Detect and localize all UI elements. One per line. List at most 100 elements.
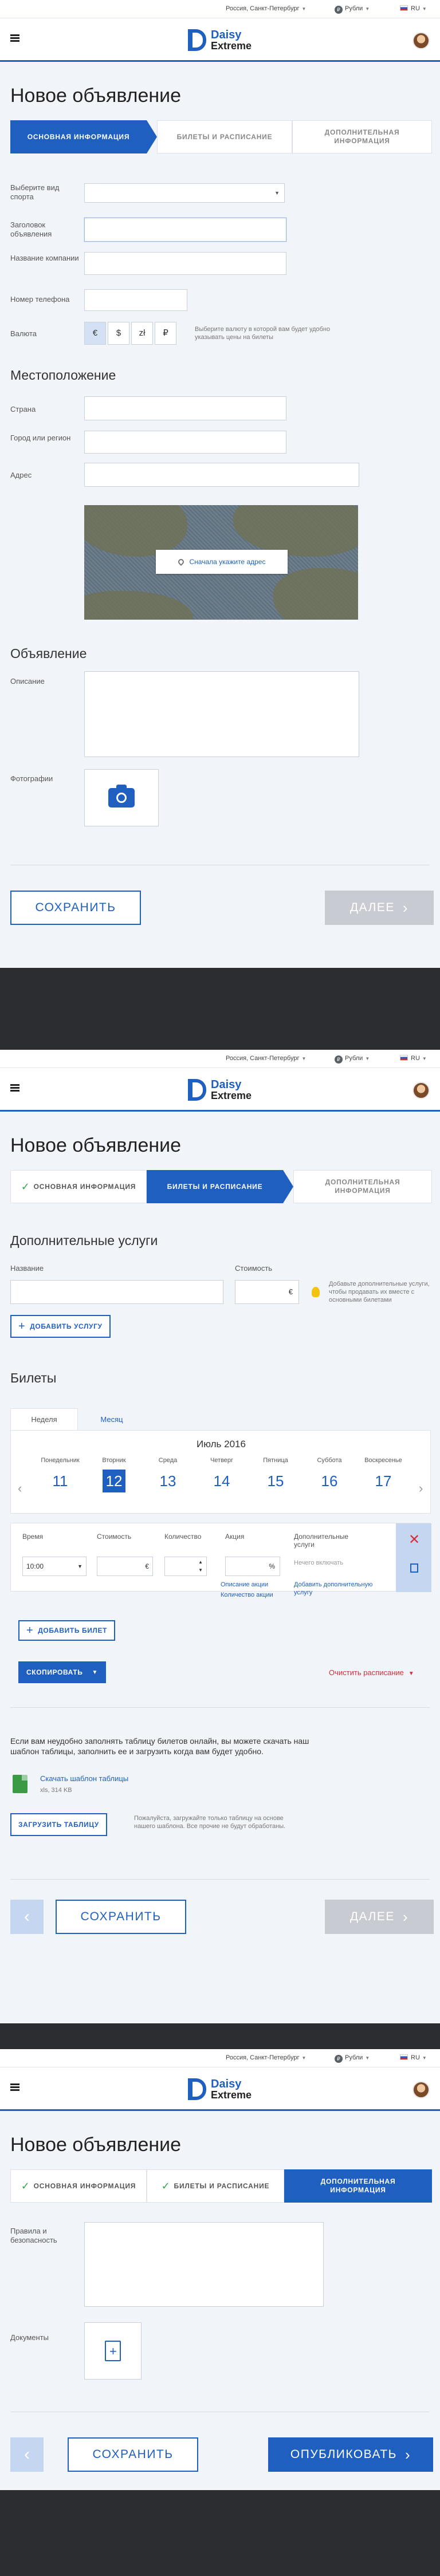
next-button[interactable]: Далее ›	[325, 1900, 434, 1934]
calendar-day[interactable]: Воскресенье 17	[356, 1457, 410, 1492]
flag-icon	[400, 1055, 408, 1061]
back-button[interactable]: ‹	[10, 1900, 44, 1934]
currency-rub-button[interactable]: ₽	[155, 322, 176, 345]
step-extra-info[interactable]: Дополнительная информация	[284, 2169, 432, 2203]
currency-eur-button[interactable]: €	[84, 322, 106, 345]
site-header: Daisy Extreme	[0, 1068, 440, 1112]
day-number: 16	[321, 1472, 338, 1490]
day-weekday: Воскресенье	[364, 1457, 402, 1464]
company-input[interactable]	[84, 252, 286, 275]
map-hint-button[interactable]: Сначала укажите адрес	[156, 550, 288, 574]
address-input[interactable]	[84, 463, 359, 487]
stepper-icon: ▲ ▼	[198, 1559, 203, 1573]
logo[interactable]: Daisy Extreme	[188, 1077, 257, 1102]
close-icon[interactable]: ✕	[408, 1531, 420, 1548]
avatar[interactable]	[412, 1082, 430, 1099]
calendar-day[interactable]: Суббота 16	[302, 1457, 356, 1492]
menu-icon[interactable]	[10, 34, 19, 42]
next-label: Далее	[349, 1910, 395, 1923]
calendar-day[interactable]: Среда 13	[141, 1457, 195, 1492]
city-input[interactable]	[84, 431, 286, 454]
ticket-qty-stepper[interactable]: ▲ ▼	[164, 1557, 207, 1576]
language-selector[interactable]: RU ▼	[400, 1055, 427, 1062]
publish-label: Опубликовать	[290, 2448, 397, 2461]
dark-band	[0, 968, 440, 1050]
copy-icon[interactable]	[410, 1563, 418, 1573]
back-button[interactable]: ‹	[10, 2437, 44, 2472]
menu-icon[interactable]	[10, 1084, 19, 1092]
day-weekday: Вторник	[102, 1457, 126, 1464]
template-link[interactable]: Скачать шаблон таблицы	[40, 1775, 128, 1783]
service-name-input[interactable]	[10, 1280, 223, 1304]
step-label: Основная информация	[33, 2181, 136, 2190]
step-tickets[interactable]: ✓ Билеты и расписание	[147, 2169, 284, 2203]
steps-bar: ✓ Основная информация Билеты и расписание…	[10, 1170, 432, 1203]
day-number: 13	[159, 1472, 176, 1490]
title-input[interactable]	[84, 218, 286, 242]
step-tickets[interactable]: Билеты и расписание	[147, 1170, 283, 1203]
promo-input[interactable]: %	[225, 1557, 280, 1576]
location-selector[interactable]: Россия, Санкт-Петербург ▼	[226, 2054, 306, 2061]
chevron-right-icon[interactable]: ›	[419, 1481, 423, 1496]
tickets-heading: Билеты	[10, 1370, 57, 1385]
chevron-left-icon[interactable]: ‹	[18, 1481, 22, 1496]
add-service-button[interactable]: + Добавить услугу	[10, 1315, 111, 1338]
country-input[interactable]	[84, 396, 286, 420]
step-extra-info[interactable]: Дополнительная информация	[293, 1170, 432, 1203]
upload-table-button[interactable]: Загрузить таблицу	[10, 1813, 107, 1836]
service-price-input[interactable]: €	[235, 1280, 299, 1304]
document-upload[interactable]	[84, 2322, 142, 2380]
time-select[interactable]: 10:00 ▼	[22, 1557, 87, 1576]
add-extra-link[interactable]: Добавить дополнительную услугу	[294, 1581, 391, 1597]
language-selector[interactable]: RU ▼	[400, 2054, 427, 2061]
page-title: Новое объявление	[10, 2134, 182, 2156]
phone-label: Номер телефона	[10, 295, 70, 304]
tab-week[interactable]: Неделя	[10, 1408, 78, 1430]
currency-pln-button[interactable]: zł	[131, 322, 153, 345]
save-button[interactable]: Сохранить	[56, 1900, 186, 1934]
save-button[interactable]: Сохранить	[68, 2437, 198, 2472]
promo-qty-link[interactable]: Количество акции	[221, 1591, 273, 1599]
currency-selector[interactable]: ₽ Рубли ▼	[335, 1055, 370, 1064]
save-button[interactable]: Сохранить	[10, 891, 141, 925]
step-basic-info[interactable]: ✓ Основная информация	[10, 1170, 147, 1203]
avatar[interactable]	[412, 2081, 430, 2098]
logo[interactable]: Daisy Extreme	[188, 27, 257, 53]
rules-textarea[interactable]	[84, 2222, 324, 2307]
ticket-price-input[interactable]: €	[97, 1557, 153, 1576]
location-selector[interactable]: Россия, Санкт-Петербург ▼	[226, 1055, 306, 1062]
tab-month[interactable]: Месяц	[78, 1408, 146, 1430]
calendar-day[interactable]: Пятница 15	[249, 1457, 302, 1492]
menu-icon[interactable]	[10, 2083, 19, 2091]
copy-dropdown[interactable]: Скопировать ▼	[18, 1661, 106, 1683]
photo-upload[interactable]	[84, 769, 159, 826]
calendar-day[interactable]: Четверг 14	[195, 1457, 249, 1492]
avatar[interactable]	[412, 32, 430, 49]
map-land	[84, 505, 187, 557]
clear-schedule-link[interactable]: Очистить расписание ▼	[329, 1668, 414, 1677]
step-basic-info[interactable]: ✓ Основная информация	[10, 2169, 147, 2203]
step-extra-info[interactable]: Дополнительная информация	[292, 120, 432, 153]
calendar-day-selected[interactable]: Вторник 12	[87, 1457, 141, 1492]
language-selector[interactable]: RU ▼	[400, 5, 427, 12]
description-textarea[interactable]	[84, 671, 359, 757]
calendar-day[interactable]: Понедельник 11	[33, 1457, 87, 1492]
currency-label: Рубли	[345, 2054, 363, 2061]
promo-desc-link[interactable]: Описание акции	[221, 1581, 268, 1589]
phone-input[interactable]	[84, 289, 187, 311]
map[interactable]: Сначала укажите адрес	[84, 505, 358, 620]
currency-usd-button[interactable]: $	[108, 322, 129, 345]
clear-label: Очистить расписание	[329, 1668, 404, 1677]
sport-select[interactable]: ▼	[84, 183, 285, 203]
publish-button[interactable]: Опубликовать ›	[268, 2437, 433, 2472]
language-label: RU	[411, 2054, 420, 2061]
logo[interactable]: Daisy Extreme	[188, 2077, 257, 2102]
template-size: xls, 314 KB	[40, 1787, 72, 1794]
add-ticket-button[interactable]: + Добавить билет	[18, 1620, 115, 1641]
next-button[interactable]: Далее ›	[325, 891, 434, 925]
location-selector[interactable]: Россия, Санкт-Петербург ▼	[226, 5, 306, 12]
step-basic-info[interactable]: Основная информация	[10, 120, 147, 153]
currency-selector[interactable]: ₽ Рубли ▼	[335, 2054, 370, 2063]
step-tickets[interactable]: Билеты и расписание	[157, 120, 292, 153]
currency-selector[interactable]: ₽ Рубли ▼	[335, 5, 370, 14]
